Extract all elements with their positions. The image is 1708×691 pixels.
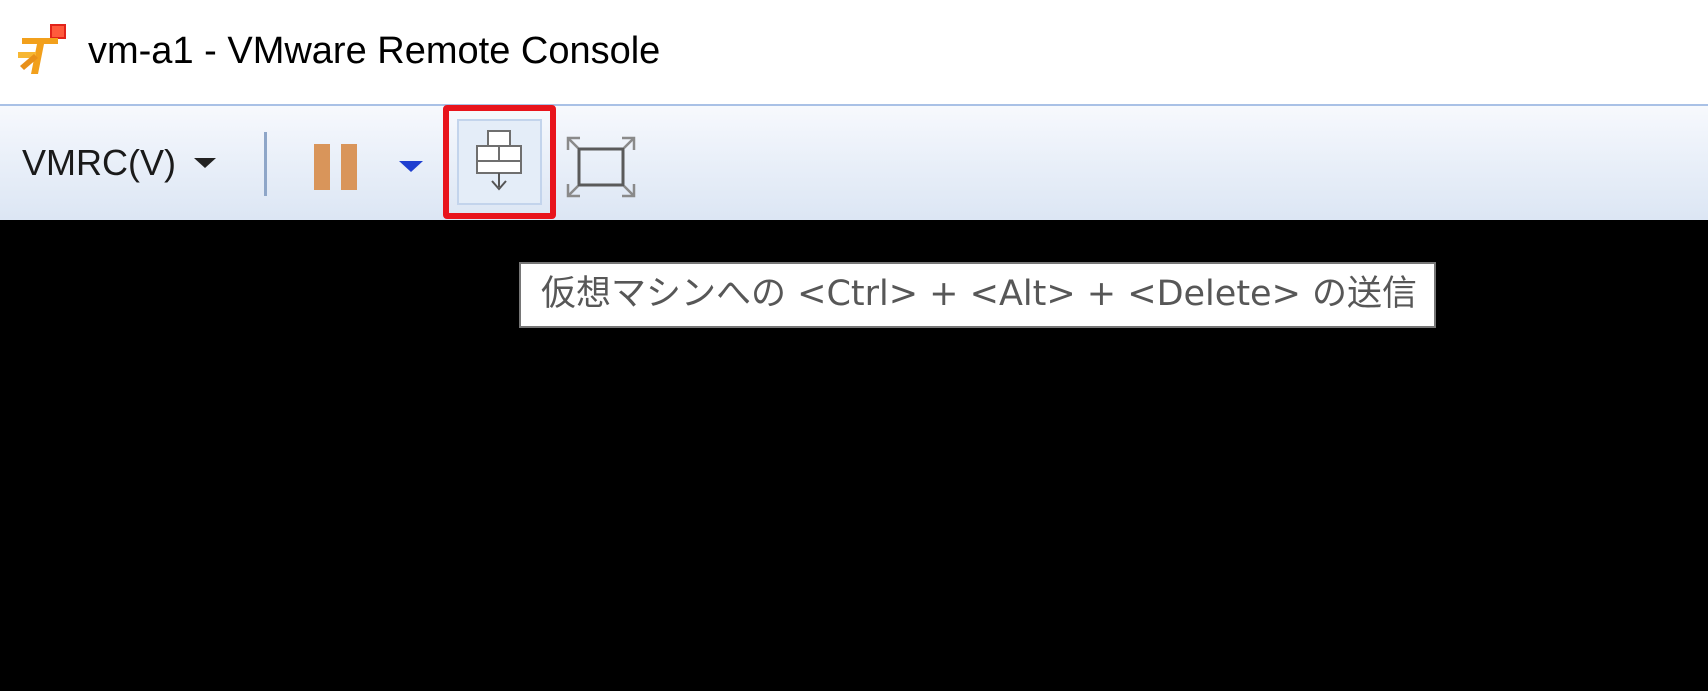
chevron-down-icon — [193, 158, 216, 168]
vmrc-menu-button[interactable]: VMRC(V) — [22, 138, 216, 188]
window-title: vm-a1 - VMware Remote Console — [88, 30, 661, 72]
pause-button[interactable] — [306, 138, 366, 194]
vmrc-menu-label: VMRC(V) — [22, 142, 176, 183]
chevron-down-icon — [399, 160, 423, 172]
title-bar: vm-a1 - VMware Remote Console — [0, 0, 1708, 104]
toolbar-separator — [264, 132, 267, 196]
send-ctrl-alt-del-button[interactable] — [443, 105, 556, 219]
toolbar: VMRC(V) — [0, 104, 1708, 220]
tooltip: 仮想マシンへの <Ctrl> + <Alt> + <Delete> の送信 — [519, 262, 1436, 328]
keyboard-send-icon — [476, 130, 522, 191]
vmware-pin-icon — [18, 24, 66, 74]
send-ctrl-alt-del-button-face — [457, 119, 542, 205]
power-options-dropdown[interactable] — [396, 156, 426, 176]
fullscreen-icon[interactable] — [566, 136, 636, 198]
